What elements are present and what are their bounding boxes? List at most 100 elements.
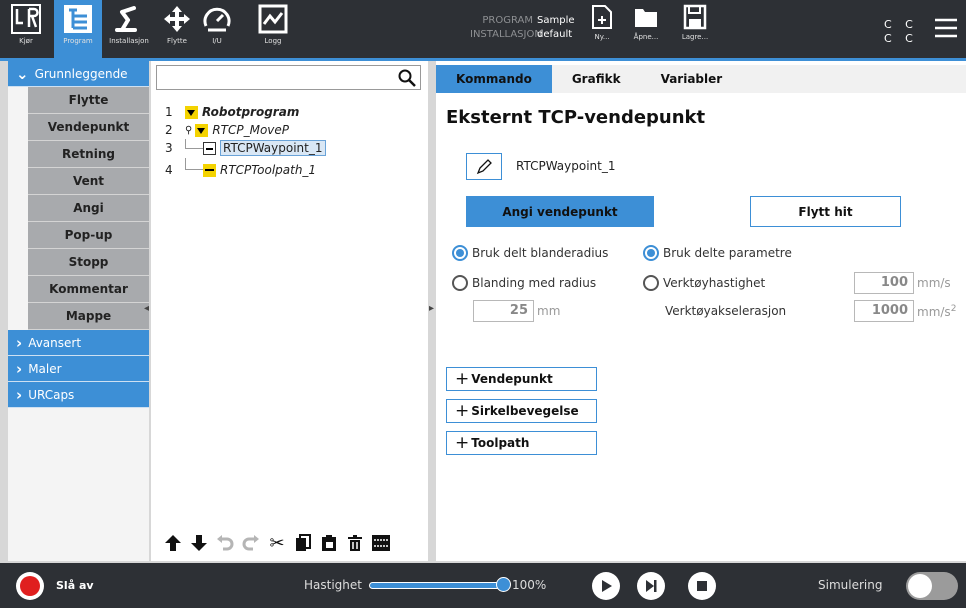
speed-slider-handle[interactable]	[496, 577, 511, 592]
sidebar-item-folder[interactable]: Mappe	[28, 303, 149, 330]
chevron-right-icon: ›	[16, 359, 23, 378]
speed-slider[interactable]	[369, 582, 505, 589]
step-button[interactable]	[637, 572, 665, 600]
new-file-button[interactable]: Ny...	[588, 4, 616, 58]
hamburger-menu-button[interactable]	[934, 17, 958, 43]
radio-blend-radius[interactable]: Blanding med radius	[452, 275, 596, 291]
row-number: 2	[165, 123, 173, 137]
tree-connector	[185, 158, 203, 170]
undo-icon	[217, 535, 234, 551]
paste-button[interactable]	[319, 533, 339, 553]
simulation-toggle[interactable]	[906, 572, 958, 600]
installation-button[interactable]: Installasjon	[104, 4, 154, 58]
movep-pin-icon: ⚲	[185, 124, 193, 136]
speed-value: 100%	[512, 578, 547, 592]
radio-selected-icon	[452, 245, 468, 261]
radio-shared-params[interactable]: Bruk delte parametre	[643, 245, 792, 261]
set-waypoint-button[interactable]: Angi vendepunkt	[466, 196, 654, 227]
cc-line-1: C C	[884, 18, 918, 31]
chevron-down-icon: ⌄	[16, 64, 29, 83]
sidebar-item-move[interactable]: Flytte	[28, 87, 149, 114]
move-up-button[interactable]	[163, 533, 183, 553]
tree-row-robot-program[interactable]: 1 Robotprogram	[165, 103, 299, 121]
sidebar-item-set[interactable]: Angi	[28, 195, 149, 222]
search-icon	[398, 69, 416, 87]
sidebar-item-stop[interactable]: Stopp	[28, 249, 149, 276]
cut-button[interactable]: ✂	[267, 533, 287, 554]
waypoint-icon	[203, 141, 216, 155]
play-button[interactable]	[592, 572, 620, 600]
ur-logo-run-button[interactable]: Kjør	[4, 4, 48, 58]
plus-icon: +	[455, 369, 470, 389]
tool-speed-field[interactable]: 100	[854, 272, 914, 294]
category-urcaps-label: URCaps	[28, 387, 75, 402]
plus-icon: +	[455, 401, 470, 421]
category-basic[interactable]: ⌄ Grunnleggende	[8, 61, 149, 87]
suppress-icon	[372, 535, 390, 551]
radio-shared-blend[interactable]: Bruk delt blanderadius	[452, 245, 608, 261]
arrow-up-icon	[165, 535, 181, 551]
bottom-bar: Slå av Hastighet 100% Simulering	[0, 563, 966, 608]
sidebar-item-direction[interactable]: Retning	[28, 141, 149, 168]
ur-logo-icon	[11, 4, 41, 34]
move-here-button[interactable]: Flytt hit	[750, 196, 901, 227]
program-button[interactable]: Program	[54, 0, 102, 58]
undo-button[interactable]	[215, 533, 235, 553]
delete-button[interactable]	[345, 533, 365, 553]
paste-icon	[322, 535, 336, 551]
collapse-arrow-icon[interactable]	[195, 123, 209, 137]
command-sidebar: ⌄ Grunnleggende Flytte Vendepunkt Retning…	[8, 61, 149, 561]
blend-radius-field[interactable]: 25	[473, 300, 534, 322]
tab-graphics[interactable]: Grafikk	[552, 65, 641, 93]
move-button[interactable]: Flytte	[160, 4, 194, 58]
sidebar-item-wait[interactable]: Vent	[28, 168, 149, 195]
tool-accel-field[interactable]: 1000	[854, 300, 914, 322]
rename-waypoint-button[interactable]	[466, 153, 502, 180]
sidebar-item-popup[interactable]: Pop-up	[28, 222, 149, 249]
connection-status: C C C C	[884, 18, 918, 46]
run-label: Kjør	[19, 37, 33, 45]
search-input[interactable]	[156, 65, 421, 90]
tree-row-movep[interactable]: 2 ⚲ RTCP_MoveP	[165, 121, 289, 139]
move-down-button[interactable]	[189, 533, 209, 553]
category-urcaps[interactable]: › URCaps	[8, 382, 149, 408]
save-disk-icon	[683, 4, 707, 30]
save-file-button[interactable]: Lagre...	[680, 4, 710, 58]
add-waypoint-button[interactable]: + Vendepunkt	[446, 367, 597, 391]
copy-button[interactable]	[293, 533, 313, 553]
speed-label: Hastighet	[304, 578, 362, 592]
radio-label: Blanding med radius	[472, 276, 597, 290]
collapse-arrow-icon[interactable]	[185, 105, 198, 119]
io-button[interactable]: I/U	[200, 4, 234, 58]
radio-tool-speed[interactable]: Verktøyhastighet	[643, 275, 765, 291]
add-circle-move-button[interactable]: + Sirkelbevegelse	[446, 399, 597, 423]
radio-unselected-icon	[452, 275, 468, 291]
program-key: PROGRAM	[482, 15, 533, 26]
category-advanced[interactable]: › Avansert	[8, 330, 149, 356]
row-number: 1	[165, 105, 173, 119]
step-icon	[646, 580, 657, 592]
new-file-label: Ny...	[594, 33, 610, 41]
open-file-button[interactable]: Åpne...	[632, 4, 660, 58]
pencil-icon	[476, 158, 492, 174]
tab-command[interactable]: Kommando	[436, 65, 552, 93]
power-off-button[interactable]	[16, 572, 44, 600]
suppress-button[interactable]	[371, 533, 391, 553]
sidebar-item-waypoint[interactable]: Vendepunkt	[28, 114, 149, 141]
redo-button[interactable]	[241, 533, 261, 553]
add-toolpath-button[interactable]: + Toolpath	[446, 431, 597, 455]
tool-accel-unit-exp: 2	[950, 304, 957, 314]
stop-button[interactable]	[688, 572, 716, 600]
radio-unselected-icon	[643, 275, 659, 291]
tab-variables[interactable]: Variabler	[641, 65, 743, 93]
category-templates[interactable]: › Maler	[8, 356, 149, 382]
tree-row-toolpath[interactable]: 4 RTCPToolpath_1	[165, 158, 316, 179]
row-number: 3	[165, 141, 173, 155]
tree-row-waypoint[interactable]: 3 RTCPWaypoint_1	[165, 139, 326, 157]
radio-label: Verktøyhastighet	[663, 276, 766, 290]
row-label: Robotprogram	[202, 105, 300, 119]
sidebar-item-comment[interactable]: Kommentar	[28, 276, 149, 303]
log-button[interactable]: Logg	[256, 4, 290, 58]
radio-label: Bruk delt blanderadius	[472, 246, 609, 260]
plus-icon: +	[455, 433, 470, 453]
